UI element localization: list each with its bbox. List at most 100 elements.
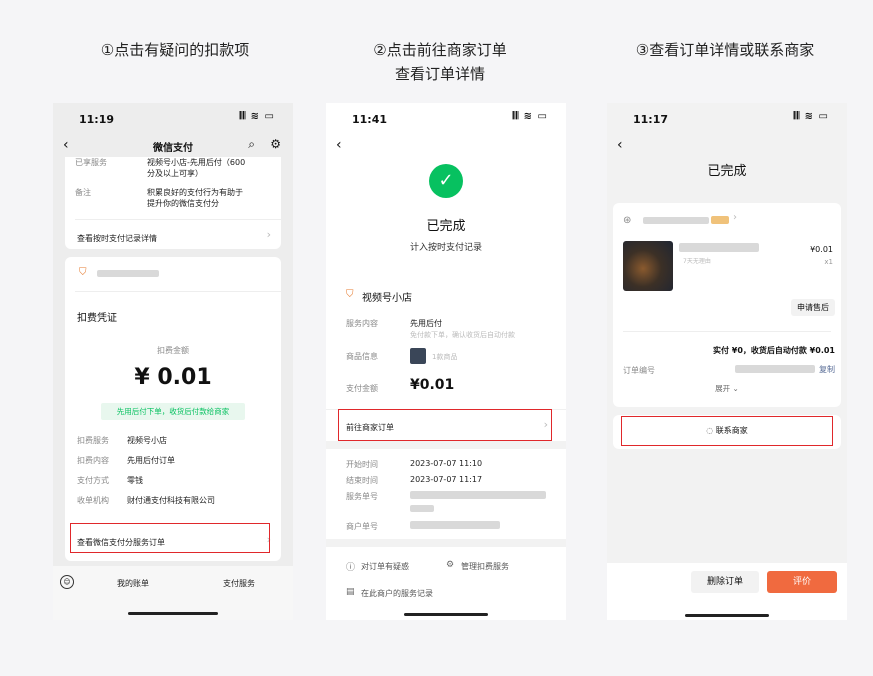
merchant-logo-icon: ⛉: [79, 267, 87, 278]
time-section: 开始时间 2023-07-07 11:10 结束时间 2023-07-07 11…: [326, 449, 566, 539]
service-no-blurred: [410, 491, 546, 499]
status-title: 已完成: [426, 219, 466, 234]
divider: [75, 291, 281, 292]
phone-screen-2: 11:41 𝄃𝄃 ≋ ▭ ‹ ✓ 已完成 计入按时支付记录 ⛉ 视频号小店 服务…: [326, 103, 566, 620]
expand-label: 展开: [715, 384, 731, 393]
product-image: [623, 241, 673, 291]
caption-step1: ①点击有疑问的扣款项: [100, 41, 250, 59]
home-indicator: [128, 612, 218, 615]
caption-step2-line2: 查看订单详情: [394, 65, 485, 83]
svc-value: 先用后付: [410, 319, 442, 328]
chevron-right-icon: ›: [733, 212, 737, 223]
end-label: 结束时间: [346, 476, 378, 485]
document-icon: ▤: [346, 587, 355, 597]
tab-pay-service[interactable]: 支付服务: [223, 578, 255, 589]
question-icon: ⓘ: [346, 563, 356, 573]
highlight-box: [338, 409, 552, 441]
chevron-right-icon: ›: [266, 228, 271, 241]
merchant-no-label: 商户单号: [346, 522, 378, 531]
page-title: 已完成: [707, 164, 747, 179]
note-value-1: 积累良好的支付行为有助于: [147, 188, 243, 197]
pay-label: 支付金额: [346, 384, 378, 393]
product-qty: x1: [824, 258, 833, 266]
gear-icon: ⚙: [446, 560, 455, 570]
note-label: 备注: [75, 188, 91, 197]
copy-link[interactable]: 复制: [819, 364, 835, 375]
bottom-action-bar: 删除订单 评价: [607, 563, 847, 620]
order-card: ⊛ › 7天无理由 ¥0.01 x1 申请售后 实付 ¥0，收货后自动付款 ¥0…: [613, 203, 841, 407]
detail-label-3: 收单机构: [77, 496, 109, 505]
order-no-label: 订单编号: [623, 366, 655, 375]
merchant-name-blurred: [97, 270, 159, 277]
shop-icon: ⛉: [346, 289, 354, 300]
view-record-link[interactable]: 查看按时支付记录详情: [77, 233, 157, 244]
no-reason-tag: 7天无理由: [683, 258, 711, 265]
nav-bar: ‹ 微信支付 ⌕ ⚙: [53, 135, 293, 157]
back-icon[interactable]: ‹: [617, 137, 623, 153]
review-button[interactable]: 评价: [767, 571, 837, 593]
shop-logo-icon: ⊛: [623, 215, 632, 226]
status-icons: 𝄃𝄃 ≋ ▭: [239, 111, 275, 122]
voucher-card: ⛉ 扣费凭证 扣费金额 ¥ 0.01 先用后付下单，收货后付款给商家 扣费服务 …: [65, 257, 281, 561]
amount-value: ¥ 0.01: [134, 365, 212, 390]
after-sale-button[interactable]: 申请售后: [791, 299, 835, 316]
service-value-1: 视频号小店-先用后付（600: [147, 158, 246, 167]
status-subtitle: 计入按时支付记录: [409, 243, 482, 253]
keyboard-icon[interactable]: ☺: [60, 575, 74, 589]
status-time: 11:19: [79, 113, 115, 126]
tab-my-bill[interactable]: 我的账单: [117, 578, 149, 589]
status-icons: 𝄃𝄃 ≋ ▭: [512, 111, 548, 122]
shop-badge: [711, 216, 729, 224]
status-time: 11:41: [352, 113, 388, 126]
pay-value: ¥0.01: [410, 377, 455, 393]
status-icons: 𝄃𝄃 ≋ ▭: [793, 111, 829, 122]
detail-label-0: 扣费服务: [77, 436, 109, 445]
question-link[interactable]: 对订单有疑惑: [361, 561, 409, 572]
caption-step2: ②点击前往商家订单 查看订单详情: [320, 38, 560, 86]
product-price: ¥0.01: [810, 245, 833, 254]
detail-label-2: 支付方式: [77, 476, 109, 485]
svc-label: 服务内容: [346, 319, 378, 328]
action-section: ⓘ 对订单有疑惑 ⚙ 管理扣费服务 ▤ 在此商户的服务记录: [326, 547, 566, 620]
start-value: 2023-07-07 11:10: [410, 459, 483, 468]
goods-value: 1款商品: [432, 353, 458, 361]
detail-value-1: 先用后付订单: [127, 456, 175, 465]
divider: [623, 331, 831, 332]
shop-name-blurred: [643, 217, 709, 224]
back-icon[interactable]: ‹: [336, 137, 342, 153]
manage-link[interactable]: 管理扣费服务: [461, 561, 509, 572]
service-label: 已享服务: [75, 158, 107, 167]
green-tag: 先用后付下单，收货后付款给商家: [101, 403, 245, 420]
status-bar: 11:17 𝄃𝄃 ≋ ▭: [607, 103, 847, 135]
page-title: 微信支付: [153, 143, 193, 154]
success-check-icon: ✓: [429, 164, 463, 198]
paid-summary: 实付 ¥0，收货后自动付款 ¥0.01: [712, 346, 835, 355]
records-link[interactable]: 在此商户的服务记录: [361, 588, 433, 599]
svc-sub: 免付款下单，确认收货后自动付款: [410, 331, 515, 339]
detail-value-0: 视频号小店: [127, 436, 167, 445]
status-bar: 11:41 𝄃𝄃 ≋ ▭: [326, 103, 566, 135]
highlight-box: [70, 523, 270, 553]
gear-icon[interactable]: ⚙: [270, 137, 281, 151]
status-bar: 11:19 𝄃𝄃 ≋ ▭: [53, 103, 293, 135]
caption-step2-line1: ②点击前往商家订单: [373, 41, 507, 59]
home-indicator: [685, 614, 769, 617]
status-time: 11:17: [633, 113, 669, 126]
home-indicator: [404, 613, 488, 616]
product-title-blurred: [679, 243, 759, 252]
bottom-bar: ☺ 我的账单 支付服务: [53, 566, 293, 620]
service-value-2: 分及以上可享）: [147, 169, 203, 178]
service-info-card: 已享服务 视频号小店-先用后付（600 分及以上可享） 备注 积累良好的支付行为…: [65, 157, 281, 249]
service-no-label: 服务单号: [346, 492, 378, 501]
detail-value-2: 零钱: [127, 476, 143, 485]
service-no-blurred-2: [410, 505, 434, 512]
phone-screen-1: 11:19 𝄃𝄃 ≋ ▭ ‹ 微信支付 ⌕ ⚙ 已享服务 视频号小店-先用后付（…: [53, 103, 293, 620]
amount-label: 扣费金额: [157, 346, 189, 355]
voucher-title: 扣费凭证: [77, 313, 117, 324]
delete-order-button[interactable]: 删除订单: [691, 571, 759, 593]
note-value-2: 提升你的微信支付分: [147, 199, 219, 208]
search-icon[interactable]: ⌕: [248, 137, 255, 152]
goods-label: 商品信息: [346, 352, 378, 361]
detail-value-3: 财付通支付科技有限公司: [127, 496, 215, 505]
expand-toggle[interactable]: 展开 ⌄: [613, 383, 841, 394]
